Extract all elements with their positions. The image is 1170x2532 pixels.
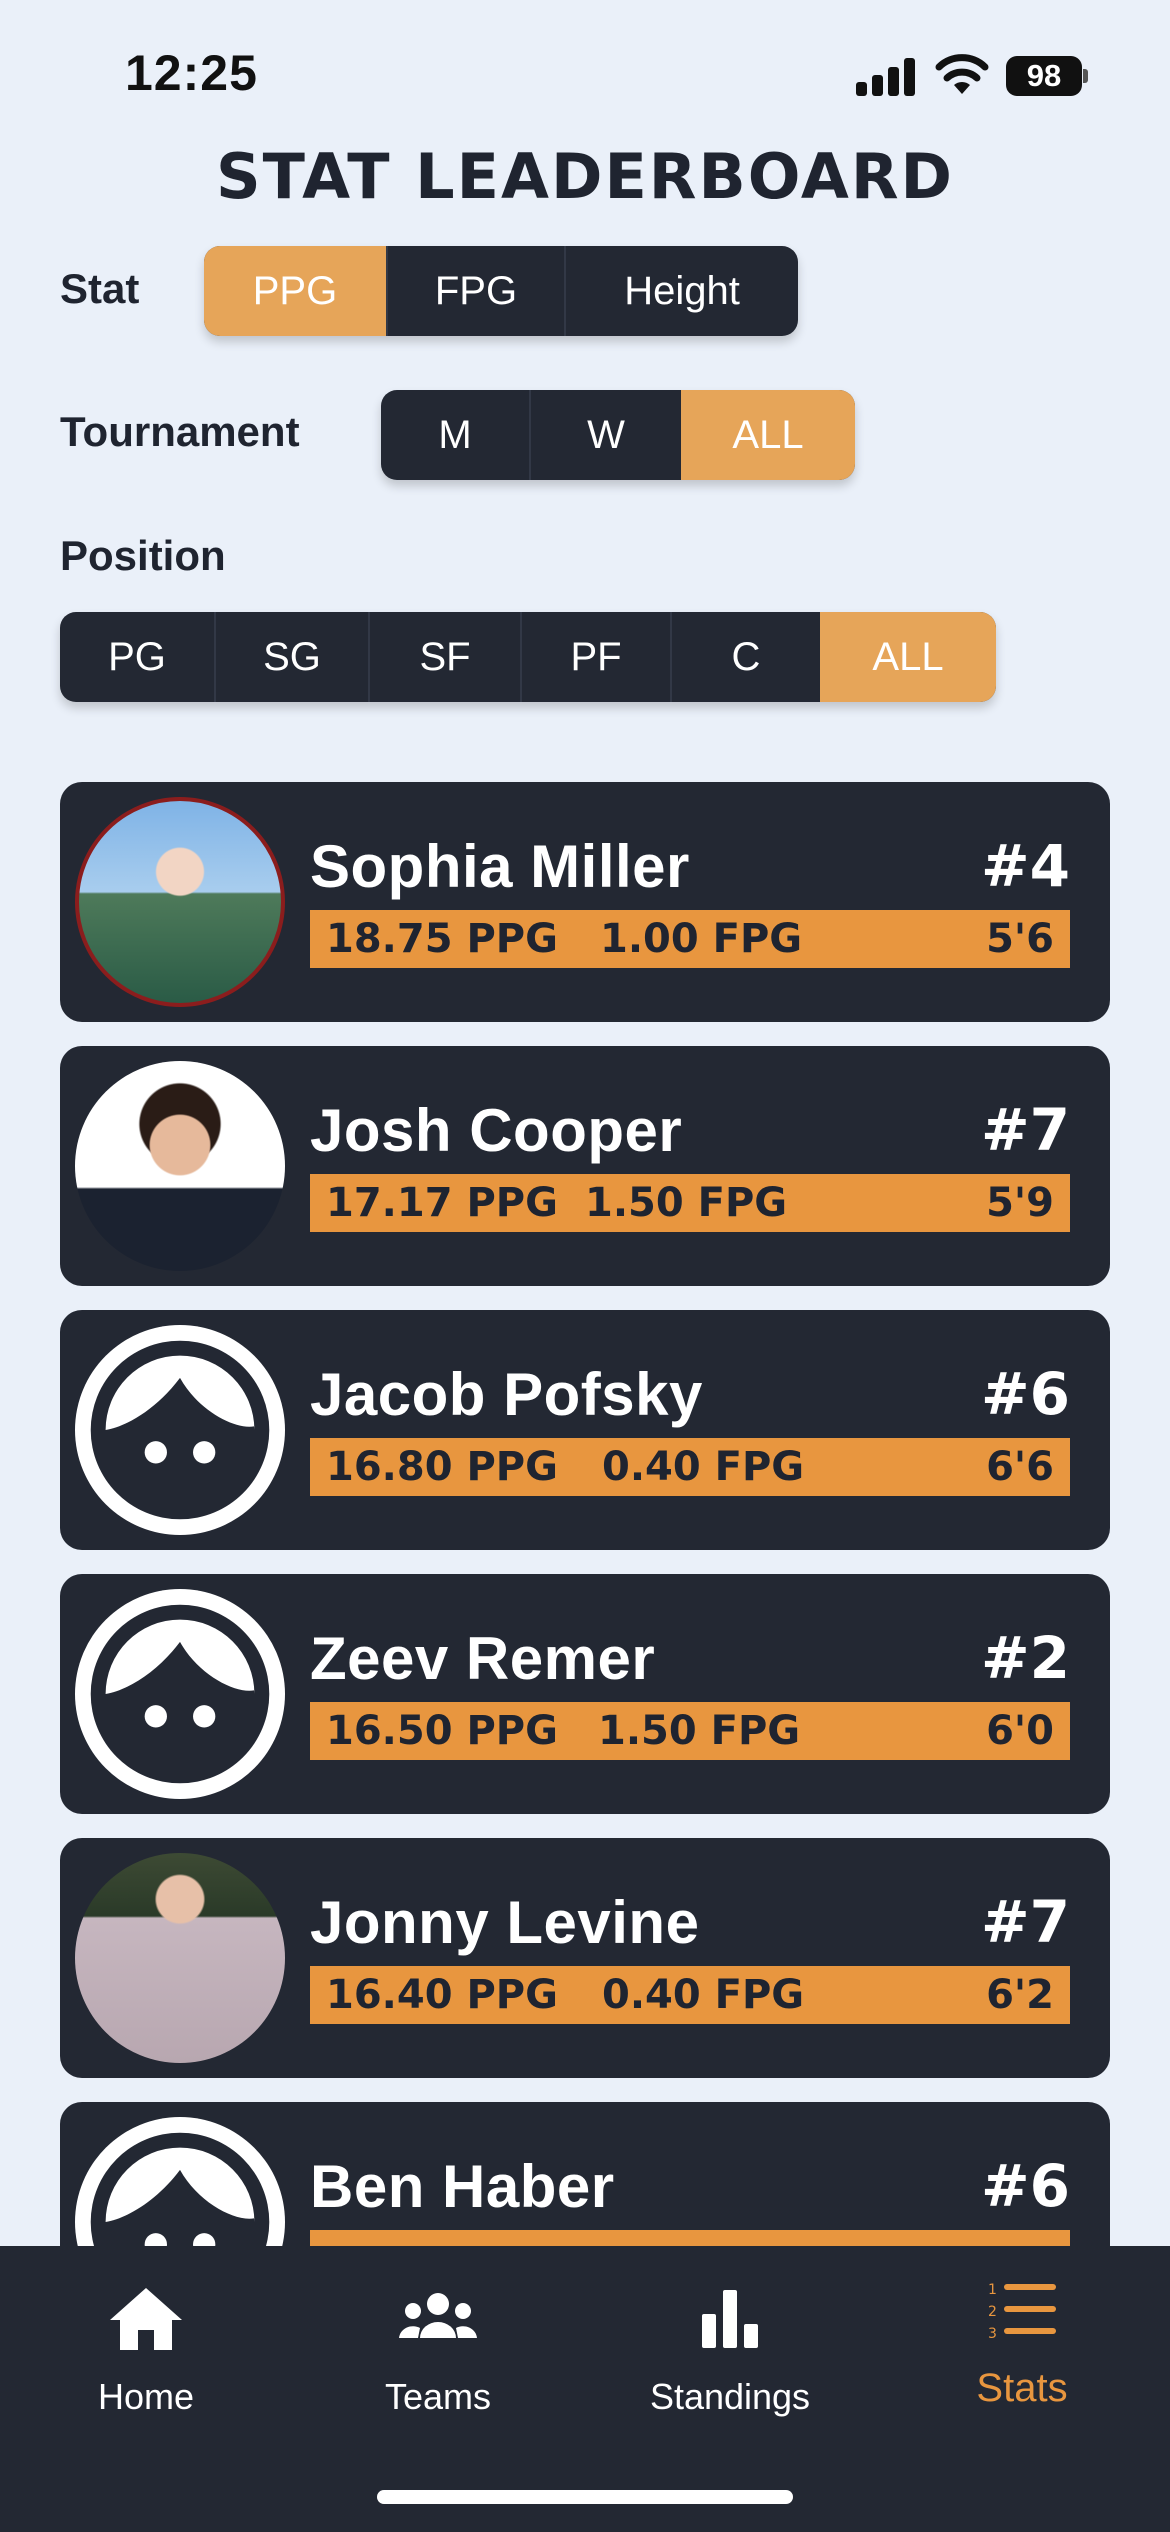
position-filter-label: Position bbox=[60, 532, 226, 579]
player-fpg: 1.00 FPG bbox=[600, 916, 803, 962]
position-option-all[interactable]: ALL bbox=[820, 612, 996, 702]
leaderboard-list[interactable]: Sophia Miller #4 18.75 PPG 1.00 FPG 5'6 … bbox=[60, 782, 1110, 2246]
player-ppg: 18.75 PPG bbox=[326, 916, 558, 962]
stat-option-ppg[interactable]: PPG bbox=[204, 246, 386, 336]
player-name: Ben Haber bbox=[310, 2153, 615, 2220]
player-number: #4 bbox=[981, 832, 1070, 900]
player-fpg: 1.50 FPG bbox=[585, 1180, 788, 1226]
player-height: 6'0 bbox=[986, 1708, 1054, 1754]
player-card[interactable]: Jonny Levine #7 16.40 PPG 0.40 FPG 6'2 bbox=[60, 1838, 1110, 2078]
tab-stats[interactable]: 1 2 3 Stats bbox=[902, 2282, 1142, 2424]
player-number: #6 bbox=[981, 2152, 1070, 2220]
player-stat-bar: 17.17 PPG 1.50 FPG 5'9 bbox=[310, 1174, 1070, 1232]
wifi-icon bbox=[935, 52, 989, 96]
player-card[interactable]: Ben Haber #6 bbox=[60, 2102, 1110, 2246]
player-photo bbox=[75, 1061, 285, 1271]
default-face-icon bbox=[75, 1589, 285, 1799]
player-card[interactable]: Zeev Remer #2 16.50 PPG 1.50 FPG 6'0 bbox=[60, 1574, 1110, 1814]
bar-chart-icon bbox=[702, 2290, 758, 2348]
tab-label: Home bbox=[97, 2376, 195, 2417]
position-option-sg[interactable]: SG bbox=[214, 612, 368, 702]
player-height: 5'6 bbox=[986, 916, 1054, 962]
stat-filter-control: PPG FPG Height bbox=[204, 246, 798, 336]
player-stat-bar: 16.50 PPG 1.50 FPG 6'0 bbox=[310, 1702, 1070, 1760]
player-card[interactable]: Jacob Pofsky #6 16.80 PPG 0.40 FPG 6'6 bbox=[60, 1310, 1110, 1550]
player-stat-bar: 16.40 PPG 0.40 FPG 6'2 bbox=[310, 1966, 1070, 2024]
tournament-option-all[interactable]: ALL bbox=[681, 390, 855, 480]
player-fpg: 1.50 FPG bbox=[598, 1708, 801, 1754]
status-bar: 12:25 98 bbox=[0, 0, 1170, 150]
player-name: Jonny Levine bbox=[310, 1889, 700, 1956]
player-card[interactable]: Sophia Miller #4 18.75 PPG 1.00 FPG 5'6 bbox=[60, 782, 1110, 1022]
player-ppg: 16.50 PPG bbox=[326, 1708, 558, 1754]
player-number: #7 bbox=[981, 1096, 1070, 1164]
player-name: Sophia Miller bbox=[310, 833, 690, 900]
home-indicator bbox=[377, 2490, 793, 2504]
default-face-icon bbox=[75, 1325, 285, 1535]
tab-label: Teams bbox=[384, 2376, 492, 2417]
player-name: Zeev Remer bbox=[310, 1625, 656, 1692]
tab-teams[interactable]: Teams bbox=[318, 2284, 558, 2424]
player-ppg: 16.40 PPG bbox=[326, 1972, 558, 2018]
player-photo bbox=[75, 797, 285, 1007]
tournament-filter-control: M W ALL bbox=[381, 390, 855, 480]
player-fpg: 0.40 FPG bbox=[602, 1972, 805, 2018]
tab-standings[interactable]: Standings bbox=[610, 2284, 850, 2424]
stat-option-height[interactable]: Height bbox=[564, 246, 798, 336]
player-number: #6 bbox=[981, 1360, 1070, 1428]
tournament-filter-label: Tournament bbox=[60, 408, 300, 455]
tournament-option-w[interactable]: W bbox=[529, 390, 681, 480]
player-name: Josh Cooper bbox=[310, 1097, 683, 1164]
default-face-icon bbox=[75, 2117, 285, 2246]
position-option-sf[interactable]: SF bbox=[368, 612, 520, 702]
home-icon bbox=[110, 2288, 182, 2350]
tournament-option-m[interactable]: M bbox=[381, 390, 529, 480]
ranked-list-icon: 1 2 3 bbox=[988, 2282, 1056, 2342]
page-title: STAT LEADERBOARD bbox=[215, 140, 955, 213]
stat-filter-label: Stat bbox=[60, 265, 140, 312]
player-card[interactable]: Josh Cooper #7 17.17 PPG 1.50 FPG 5'9 bbox=[60, 1046, 1110, 1286]
svg-text:3: 3 bbox=[988, 2326, 997, 2342]
people-icon bbox=[399, 2293, 477, 2338]
player-height: 6'2 bbox=[986, 1972, 1054, 2018]
position-option-c[interactable]: C bbox=[670, 612, 820, 702]
battery-icon: 98 bbox=[1006, 56, 1088, 96]
position-option-pg[interactable]: PG bbox=[60, 612, 214, 702]
player-name: Jacob Pofsky bbox=[310, 1361, 703, 1428]
svg-text:1: 1 bbox=[988, 2282, 997, 2298]
player-stat-bar: 18.75 PPG 1.00 FPG 5'6 bbox=[310, 910, 1070, 968]
stat-leaderboard-screen: 12:25 98 STAT LEADERBOARD Stat PPG FPG H… bbox=[0, 0, 1170, 2532]
player-photo bbox=[75, 1853, 285, 2063]
position-filter-control: PG SG SF PF C ALL bbox=[60, 612, 996, 702]
player-ppg: 17.17 PPG bbox=[326, 1180, 558, 1226]
cellular-signal-icon bbox=[856, 58, 916, 96]
tab-home[interactable]: Home bbox=[26, 2284, 266, 2424]
player-fpg: 0.40 FPG bbox=[602, 1444, 805, 1490]
player-stat-bar: 16.80 PPG 0.40 FPG 6'6 bbox=[310, 1438, 1070, 1496]
player-height: 6'6 bbox=[986, 1444, 1054, 1490]
player-stat-bar bbox=[310, 2230, 1070, 2246]
player-number: #2 bbox=[981, 1624, 1070, 1692]
tab-label: Standings bbox=[649, 2376, 811, 2417]
battery-level: 98 bbox=[1006, 56, 1082, 96]
stat-option-fpg[interactable]: FPG bbox=[386, 246, 564, 336]
player-ppg: 16.80 PPG bbox=[326, 1444, 558, 1490]
player-number: #7 bbox=[981, 1888, 1070, 1956]
tab-label: Stats bbox=[976, 2366, 1068, 2410]
player-height: 5'9 bbox=[986, 1180, 1054, 1226]
position-option-pf[interactable]: PF bbox=[520, 612, 670, 702]
status-time: 12:25 bbox=[125, 45, 258, 101]
svg-text:2: 2 bbox=[988, 2304, 997, 2320]
